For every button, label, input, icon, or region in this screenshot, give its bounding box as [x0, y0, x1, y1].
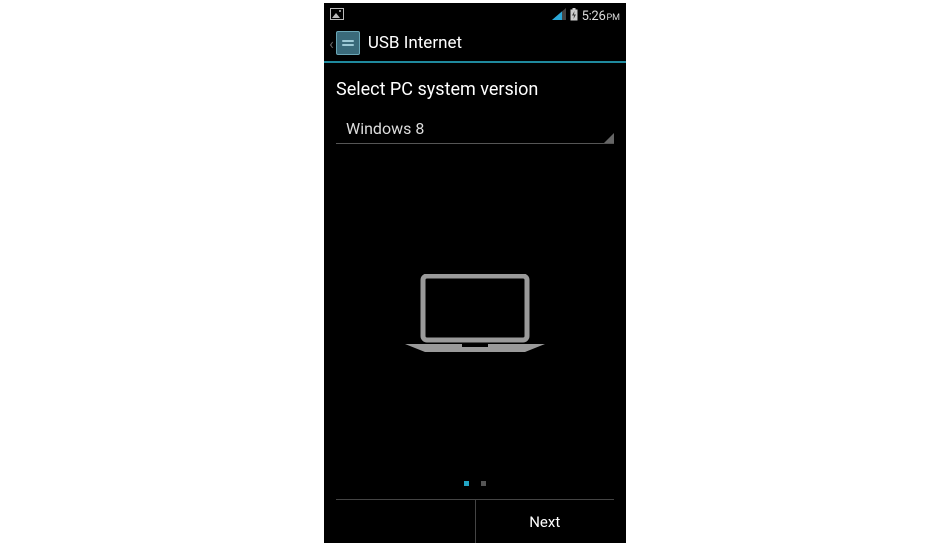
- pager-indicator: [336, 478, 614, 488]
- laptop-icon: [405, 274, 545, 354]
- content-area: Select PC system version Windows 8: [324, 63, 626, 488]
- battery-charging-icon: [570, 8, 578, 21]
- pager-dot-2: [481, 481, 486, 486]
- next-button-label: Next: [529, 513, 560, 531]
- pager-dot-1: [464, 481, 469, 486]
- dropdown-indicator-icon: [604, 133, 614, 143]
- bottom-bar: Next: [336, 499, 614, 543]
- pc-version-spinner[interactable]: Windows 8: [336, 114, 614, 144]
- cell-signal-icon: [552, 8, 566, 20]
- status-right: 5:26PM: [552, 5, 620, 24]
- action-bar: ‹ USB Internet: [324, 25, 626, 63]
- next-button[interactable]: Next: [476, 500, 615, 543]
- status-left: [330, 8, 344, 20]
- action-bar-title: USB Internet: [368, 33, 462, 53]
- phone-screen: 5:26PM ‹ USB Internet Select PC system v…: [324, 3, 626, 543]
- bottom-bar-left-slot: [336, 500, 476, 543]
- usb-internet-app-icon[interactable]: [336, 31, 360, 55]
- status-bar: 5:26PM: [324, 3, 626, 25]
- image-notification-icon: [330, 8, 344, 20]
- status-time: 5:26PM: [582, 5, 620, 24]
- page-heading: Select PC system version: [336, 79, 614, 100]
- spinner-selected-value: Windows 8: [346, 119, 424, 138]
- back-icon[interactable]: ‹: [329, 34, 336, 53]
- illustration-area: [336, 154, 614, 474]
